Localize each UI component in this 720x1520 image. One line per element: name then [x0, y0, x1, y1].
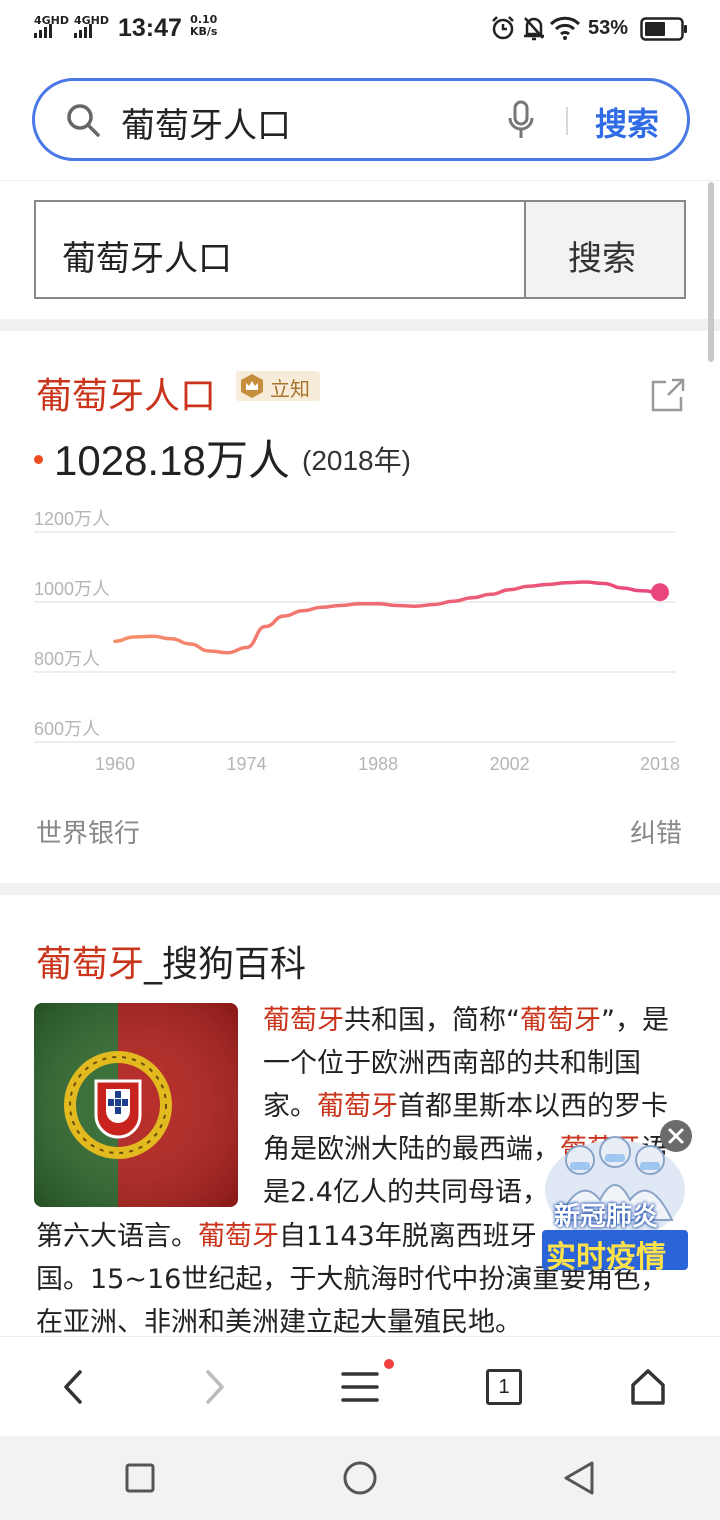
page-search-button[interactable]: 搜索 — [524, 200, 686, 299]
forward-icon[interactable] — [200, 1369, 230, 1405]
y-tick-label: 1200万人 — [34, 509, 110, 529]
series-end-point — [651, 583, 669, 602]
keyword-highlight: 葡萄牙 — [317, 1091, 398, 1122]
ad-line1: 新冠肺炎 — [554, 1202, 659, 1232]
search-input[interactable]: 葡萄牙人口 — [121, 98, 291, 147]
network-speed: 0.10 KB/s — [190, 14, 217, 38]
divider — [566, 107, 568, 135]
system-back-icon[interactable] — [562, 1460, 596, 1496]
population-value: 1028.18万人 — [54, 437, 290, 484]
text-segment: 一个位于欧洲西南部的共和制国 — [263, 1048, 641, 1079]
baike-line: 家。葡萄牙首都里斯本以西的罗卡 — [263, 1085, 668, 1128]
recents-icon[interactable] — [124, 1462, 156, 1494]
search-bar[interactable]: 葡萄牙人口 搜索 — [32, 78, 690, 161]
battery-icon — [640, 17, 687, 41]
wifi-icon — [549, 16, 581, 40]
clock: 13:47 — [118, 14, 182, 42]
x-tick-label: 1974 — [227, 754, 267, 774]
scrollbar[interactable] — [708, 182, 714, 362]
section-divider — [0, 319, 720, 331]
y-tick-label: 600万人 — [34, 719, 100, 739]
text-segment: 第六大语言。 — [36, 1221, 198, 1252]
microphone-icon[interactable] — [507, 100, 535, 142]
series-line — [113, 580, 662, 655]
keyword-highlight: 葡萄牙 — [263, 1005, 344, 1036]
alarm-icon — [492, 16, 514, 40]
network-speed-unit: KB/s — [190, 25, 218, 38]
page-search-input[interactable]: 葡萄牙人口 — [34, 200, 526, 299]
card-title[interactable]: 葡萄牙人口 — [36, 367, 216, 419]
keyword-highlight: 葡萄牙 — [198, 1221, 279, 1252]
search-icon — [67, 104, 100, 137]
y-tick-label: 800万人 — [34, 649, 100, 669]
ad-line2: 实时疫情 — [546, 1240, 666, 1275]
home-icon[interactable] — [628, 1367, 668, 1407]
tabs-button[interactable]: 1 — [486, 1369, 522, 1405]
browser-toolbar: 1 — [0, 1336, 720, 1436]
bullet-dot — [34, 455, 43, 464]
section-divider — [0, 883, 720, 895]
report-error-link[interactable]: 纠错 — [630, 813, 682, 850]
baike-line: 葡萄牙共和国，简称“葡萄牙”，是 — [263, 999, 669, 1042]
y-tick-label: 1000万人 — [34, 579, 110, 599]
baike-line: 是2.4亿人的共同母语， — [263, 1171, 549, 1214]
home-circle-icon[interactable] — [342, 1460, 378, 1496]
baike-title-rest: _搜狗百科 — [144, 944, 307, 985]
page-search-query: 葡萄牙人口 — [62, 239, 232, 279]
baike-line: 第六大语言。葡萄牙自1143年脱离西班牙 — [36, 1215, 537, 1258]
x-tick-label: 2018 — [640, 754, 680, 774]
close-ad-button[interactable] — [660, 1120, 692, 1152]
back-icon[interactable] — [58, 1369, 88, 1405]
lizhi-badge: 立知 — [236, 371, 320, 401]
x-tick-label: 1960 — [95, 754, 135, 774]
text-segment: ”，是 — [601, 1005, 669, 1036]
share-icon[interactable] — [650, 377, 686, 413]
text-segment: 共和国，简称“ — [344, 1005, 520, 1036]
badge-label: 立知 — [270, 377, 310, 401]
baike-title-keyword: 葡萄牙 — [36, 944, 145, 985]
text-segment: 在亚洲、非洲和美洲建立起大量殖民地。 — [36, 1307, 522, 1336]
x-tick-label: 2002 — [490, 754, 530, 774]
baike-title[interactable]: 葡萄牙_搜狗百科 — [36, 935, 306, 987]
close-icon — [668, 1128, 684, 1144]
text-segment: 首都里斯本以西的罗卡 — [398, 1091, 668, 1122]
mute-bell-icon — [524, 17, 544, 41]
page-search-button-label: 搜索 — [568, 239, 636, 279]
population-year: (2018年) — [302, 445, 411, 476]
tabs-count: 1 — [498, 1376, 510, 1398]
menu-icon[interactable] — [340, 1369, 380, 1405]
status-bar: 4GHD 4GHD 13:47 0.10 KB/s 53% — [0, 0, 720, 58]
baike-line: 一个位于欧洲西南部的共和制国 — [263, 1042, 641, 1085]
data-source[interactable]: 世界银行 — [36, 813, 140, 850]
x-tick-label: 1988 — [358, 754, 398, 774]
notification-dot — [384, 1359, 394, 1369]
signal-icon — [34, 24, 52, 38]
text-segment: 自1143年脱离西班牙 — [279, 1221, 537, 1252]
portugal-flag-image[interactable] — [34, 1003, 238, 1207]
search-button[interactable]: 搜索 — [595, 99, 659, 145]
crown-icon — [241, 374, 263, 398]
baike-line: 在亚洲、非洲和美洲建立起大量殖民地。 — [36, 1301, 522, 1336]
population-chart: 1200万人 1000万人 800万人 600万人 1960 1974 1988 2002 2… — [34, 509, 680, 774]
signal-icon — [74, 24, 92, 38]
text-segment: 是2.4亿人的共同母语， — [263, 1177, 549, 1208]
battery-percent: 53% — [588, 17, 629, 39]
text-segment: 角是欧洲大陆的最西端， — [263, 1134, 560, 1165]
keyword-highlight: 葡萄牙 — [520, 1005, 601, 1036]
system-navigation-bar — [0, 1436, 720, 1520]
text-segment: 家。 — [263, 1091, 317, 1122]
